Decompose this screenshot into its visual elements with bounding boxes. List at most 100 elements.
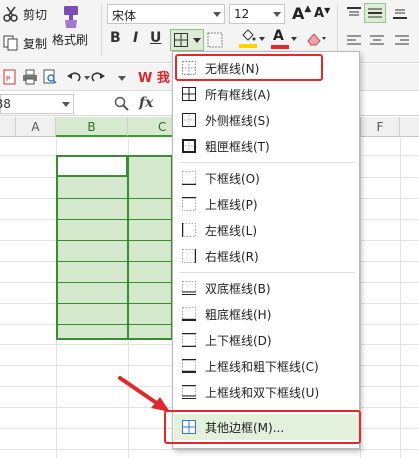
- scissors-icon: [2, 5, 20, 23]
- chevron-down-icon: [213, 12, 221, 17]
- down-arrow-icon: ▼: [324, 6, 331, 15]
- shrink-font-button[interactable]: A▼: [314, 6, 330, 21]
- menu-item-label: 上框线(P): [205, 197, 258, 212]
- outside-borders-icon: [182, 113, 196, 127]
- menu-item-all-borders[interactable]: 所有框线(A): [174, 81, 359, 107]
- selected-row-border: [58, 324, 171, 325]
- selected-row-border: [58, 282, 171, 283]
- undo-icon[interactable]: [66, 69, 82, 85]
- bold-button[interactable]: B: [110, 30, 121, 46]
- align-middle-icon[interactable]: [364, 3, 386, 23]
- menu-item-left-border[interactable]: 左框线(L): [174, 217, 359, 243]
- ribbon-separator: [101, 4, 102, 56]
- menu-item-label: 下框线(O): [205, 171, 260, 186]
- chevron-down-icon[interactable]: [118, 76, 126, 81]
- name-box[interactable]: B8: [0, 94, 74, 114]
- column-header-b[interactable]: B: [56, 117, 128, 137]
- name-box-value: B8: [0, 97, 11, 111]
- menu-item-right-border[interactable]: 右框线(R): [174, 243, 359, 269]
- menu-item-label: 粗底框线(H): [205, 307, 272, 322]
- fill-color-bar: [239, 44, 257, 48]
- menu-item-outside-borders[interactable]: 外侧框线(S): [174, 107, 359, 133]
- menu-item-label: 上框线和双下框线(U): [205, 385, 320, 400]
- border-dropdown-menu: 无框线(N) 所有框线(A) 外侧框线(S) 粗匣框线(T) 下框线(O) 上框…: [172, 51, 360, 449]
- menu-item-label: 所有框线(A): [205, 87, 271, 102]
- paint-brush-icon: [56, 4, 84, 30]
- selected-range[interactable]: [56, 155, 173, 340]
- menu-separator: [179, 162, 355, 163]
- format-painter-button[interactable]: 格式刷: [52, 4, 88, 48]
- format-painter-label: 格式刷: [52, 33, 89, 47]
- menu-item-label: 右框线(R): [205, 249, 259, 264]
- menu-item-top-thick-bottom-border[interactable]: 上框线和粗下框线(C): [174, 353, 359, 379]
- align-right-icon[interactable]: [394, 34, 410, 51]
- svg-text:P: P: [6, 75, 10, 83]
- insert-function-button[interactable]: fx: [139, 95, 153, 111]
- selected-row-border: [58, 198, 171, 199]
- grid-line: [400, 138, 401, 458]
- font-color-button[interactable]: A: [270, 28, 298, 52]
- menu-item-bottom-border[interactable]: 下框线(O): [174, 165, 359, 191]
- chevron-down-icon: [259, 37, 265, 41]
- shrink-font-glyph: A: [314, 6, 325, 21]
- selected-row-border: [58, 303, 171, 304]
- double-bottom-border-icon: [182, 281, 196, 295]
- fill-color-button[interactable]: [238, 29, 266, 51]
- export-pdf-icon[interactable]: P: [2, 69, 18, 85]
- right-border-icon: [182, 249, 197, 263]
- corner-select-all[interactable]: [0, 117, 16, 137]
- border-dropdown-button[interactable]: [170, 29, 204, 51]
- active-cell[interactable]: [56, 155, 128, 177]
- print-icon[interactable]: [22, 69, 38, 85]
- font-color-bar: [271, 45, 289, 49]
- menu-item-thick-box-border[interactable]: 粗匣框线(T): [174, 133, 359, 159]
- menu-item-label: 外侧框线(S): [205, 113, 270, 128]
- selected-row-border: [58, 261, 171, 262]
- copy-icon: [2, 34, 20, 52]
- column-header-a[interactable]: A: [16, 117, 56, 137]
- thick-bottom-border-icon: [182, 307, 196, 322]
- align-top-icon[interactable]: [346, 6, 362, 23]
- font-color-glyph: A: [273, 28, 284, 44]
- grow-font-glyph: A: [292, 4, 305, 23]
- print-preview-icon[interactable]: [42, 69, 58, 85]
- menu-item-thick-bottom-border[interactable]: 粗底框线(H): [174, 301, 359, 327]
- chevron-down-icon: [62, 102, 70, 107]
- align-center-icon[interactable]: [369, 34, 385, 51]
- align-left-icon[interactable]: [346, 34, 362, 51]
- cut-button[interactable]: 剪切: [2, 5, 47, 23]
- menu-item-double-bottom-border[interactable]: 双底框线(B): [174, 275, 359, 301]
- highlight-box-no-border: [175, 54, 323, 81]
- menu-item-label: 上下框线(D): [205, 333, 272, 348]
- chevron-down-icon: [273, 12, 281, 17]
- menu-item-top-border[interactable]: 上框线(P): [174, 191, 359, 217]
- copy-label: 复制: [23, 36, 48, 51]
- column-header-f[interactable]: F: [360, 117, 400, 137]
- underline-button[interactable]: U: [150, 30, 161, 46]
- font-size-select[interactable]: 12: [229, 4, 285, 24]
- borders-toggle-icon[interactable]: [207, 32, 223, 51]
- ribbon-separator: [337, 4, 338, 56]
- grow-font-button[interactable]: A▲: [292, 4, 311, 23]
- clear-format-icon[interactable]: [306, 31, 328, 50]
- up-arrow-icon: ▲: [304, 4, 312, 14]
- align-bottom-icon[interactable]: [392, 6, 408, 23]
- redo-icon[interactable]: [90, 69, 106, 85]
- menu-separator: [179, 272, 355, 273]
- menu-item-label: 双底框线(B): [205, 281, 271, 296]
- thick-box-border-icon: [182, 139, 196, 153]
- column-header-c[interactable]: C: [128, 117, 173, 137]
- copy-button[interactable]: 复制: [2, 34, 47, 52]
- top-border-icon: [182, 196, 196, 211]
- font-name-select[interactable]: 宋体: [107, 4, 225, 24]
- wps-tab[interactable]: W 我: [138, 67, 170, 86]
- top-bottom-border-icon: [182, 332, 196, 348]
- column-header-g[interactable]: [400, 117, 419, 137]
- menu-item-top-double-bottom-border[interactable]: 上框线和双下框线(U): [174, 379, 359, 405]
- menu-item-top-bottom-border[interactable]: 上下框线(D): [174, 327, 359, 353]
- zoom-search-icon[interactable]: [114, 96, 130, 115]
- chevron-down-icon: [291, 37, 297, 41]
- all-borders-icon: [174, 33, 188, 50]
- italic-button[interactable]: I: [133, 30, 138, 46]
- left-border-icon: [181, 223, 196, 237]
